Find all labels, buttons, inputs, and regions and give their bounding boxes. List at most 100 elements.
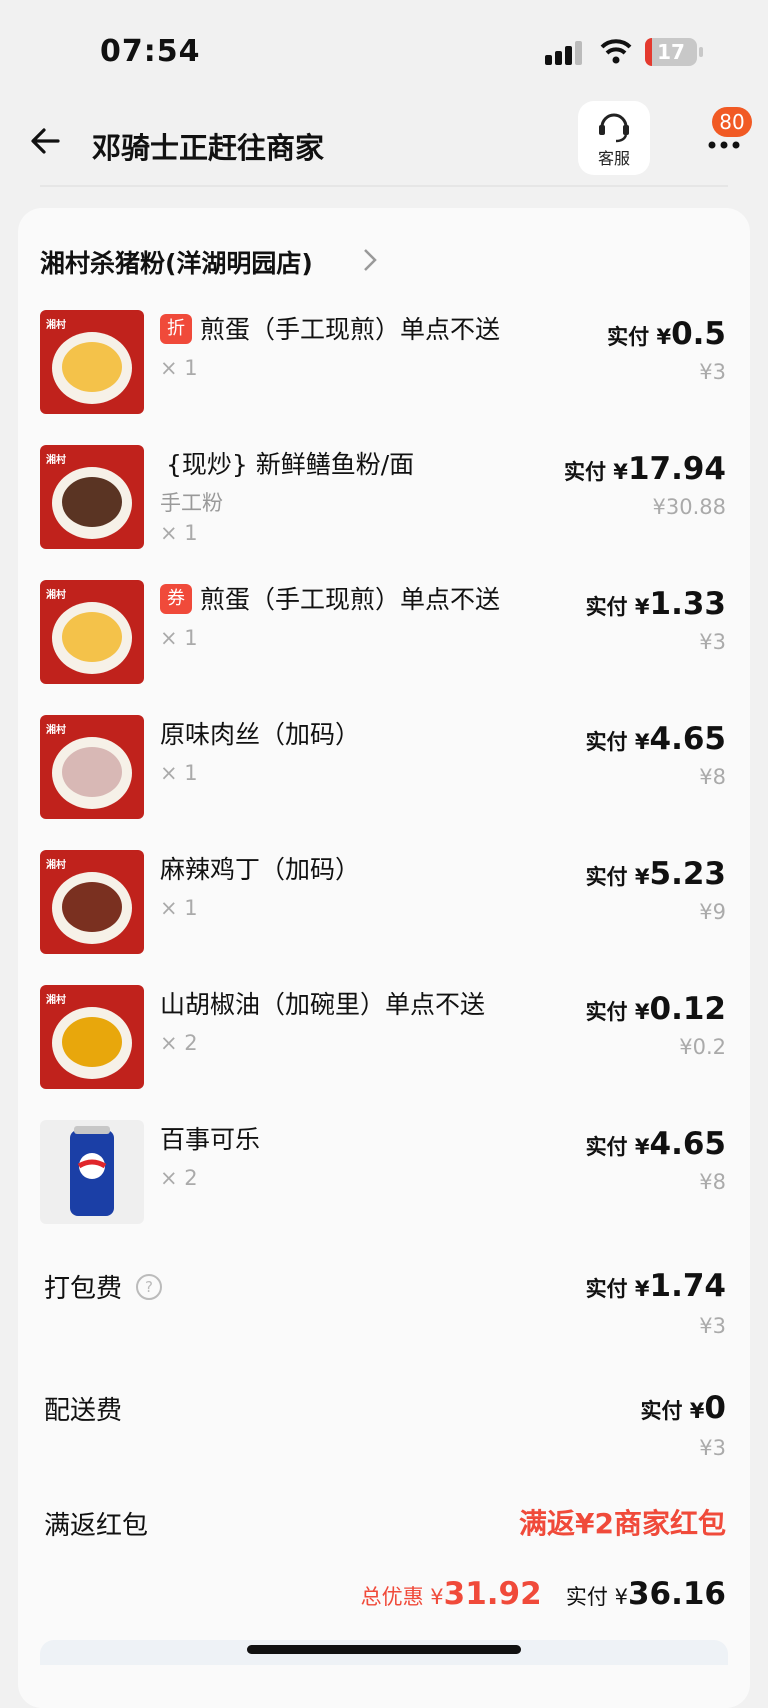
- item-qty: × 1: [160, 626, 198, 650]
- status-bar: 07:54 17: [0, 0, 768, 100]
- item-paid: 实付 ¥0.12: [586, 991, 726, 1027]
- wifi-icon: [600, 39, 632, 64]
- total-label: 实付 ¥: [565, 1585, 628, 1609]
- list-item: 湘村 {现炒} 新鲜鳝鱼粉/面 手工粉 × 1 实付 ¥17.94 ¥30.88: [0, 445, 768, 555]
- paid-value: 4.65: [649, 1126, 727, 1162]
- item-name: 煎蛋（手工现煎）单点不送: [200, 315, 501, 344]
- battery-level: 17: [657, 40, 685, 64]
- thumbnail-brand: 湘村: [46, 725, 66, 736]
- item-thumbnail: [40, 1120, 144, 1224]
- cellular-signal-icon: [545, 41, 582, 65]
- item-qty: × 1: [160, 521, 198, 545]
- paid-label: 实付 ¥: [585, 1277, 650, 1301]
- item-thumbnail: 湘村: [40, 445, 144, 549]
- paid-value: 5.23: [649, 856, 727, 892]
- header-divider: [40, 185, 728, 187]
- item-thumbnail: 湘村: [40, 580, 144, 684]
- page-title: 邓骑士正赶往商家: [92, 131, 325, 165]
- paid-label: 实付 ¥: [585, 595, 650, 619]
- paid-value: 4.65: [649, 721, 727, 757]
- service-label: 客服: [597, 149, 630, 168]
- status-time: 07:54: [100, 34, 201, 69]
- battery-icon: 17: [645, 38, 703, 66]
- headset-icon: [599, 113, 629, 143]
- item-paid: 实付 ¥4.65: [586, 721, 726, 757]
- paid-label: 实付 ¥: [585, 1000, 650, 1024]
- item-qty: × 1: [160, 896, 198, 920]
- item-name: 原味肉丝（加码）: [160, 720, 361, 749]
- chevron-right-icon[interactable]: [362, 247, 378, 273]
- paid-label: 实付 ¥: [564, 460, 628, 484]
- packing-fee-row: 打包费 ? 实付 ¥1.74 ¥3: [0, 1268, 768, 1368]
- packing-fee-original: ¥3: [699, 1314, 726, 1338]
- order-summary: 总优惠 ¥31.92 实付 ¥36.16: [361, 1576, 726, 1612]
- item-original-price: ¥8: [699, 765, 726, 789]
- item-thumbnail: 湘村: [40, 850, 144, 954]
- item-name: 山胡椒油（加碗里）单点不送: [160, 990, 486, 1019]
- thumbnail-brand: 湘村: [46, 860, 66, 871]
- total-value: 36.16: [627, 1576, 726, 1612]
- paid-label: 实付 ¥: [607, 325, 672, 349]
- delivery-fee-label: 配送费: [44, 1396, 123, 1426]
- paid-label: 实付 ¥: [640, 1399, 705, 1423]
- list-item: 百事可乐 × 2 实付 ¥4.65 ¥8: [0, 1120, 768, 1230]
- coupon-tag: 券: [160, 584, 192, 614]
- cola-can-icon: [70, 1126, 114, 1216]
- more-options-icon[interactable]: [704, 135, 744, 155]
- back-arrow-icon[interactable]: [28, 123, 64, 159]
- item-thumbnail: 湘村: [40, 310, 144, 414]
- list-item: 湘村 山胡椒油（加碗里）单点不送 × 2 实付 ¥0.12 ¥0.2: [0, 985, 768, 1095]
- thumbnail-brand: 湘村: [46, 320, 66, 331]
- paid-value: 1.74: [649, 1268, 727, 1304]
- redpack-label: 满返红包: [44, 1511, 149, 1541]
- discount-label: 总优惠 ¥: [360, 1585, 444, 1609]
- item-thumbnail: 湘村: [40, 715, 144, 819]
- list-item: 湘村 麻辣鸡丁（加码） × 1 实付 ¥5.23 ¥9: [0, 850, 768, 960]
- list-item: 湘村 券 煎蛋（手工现煎）单点不送 × 1 实付 ¥1.33 ¥3: [0, 580, 768, 690]
- item-original-price: ¥3: [699, 630, 726, 654]
- item-original-price: ¥0.2: [679, 1035, 726, 1059]
- paid-value: 0.5: [671, 316, 726, 352]
- redpack-value: 满返¥2商家红包: [519, 1507, 726, 1540]
- item-thumbnail: 湘村: [40, 985, 144, 1089]
- item-paid: 实付 ¥5.23: [586, 856, 726, 892]
- item-name: 煎蛋（手工现煎）单点不送: [200, 585, 501, 614]
- top-nav: 邓骑士正赶往商家 客服 80: [0, 95, 768, 185]
- item-paid: 实付 ¥0.5: [607, 316, 726, 352]
- item-qty: × 1: [160, 761, 198, 785]
- paid-value: 1.33: [649, 586, 727, 622]
- paid-value: 0: [704, 1390, 726, 1426]
- paid-label: 实付 ¥: [585, 1135, 650, 1159]
- item-qty: × 2: [160, 1166, 198, 1190]
- thumbnail-brand: 湘村: [46, 455, 66, 466]
- item-name: 麻辣鸡丁（加码）: [160, 855, 361, 884]
- list-item: 湘村 原味肉丝（加码） × 1 实付 ¥4.65 ¥8: [0, 715, 768, 825]
- item-name: {现炒} 新鲜鳝鱼粉/面: [166, 450, 415, 479]
- item-paid: 实付 ¥17.94: [564, 451, 726, 487]
- paid-label: 实付 ¥: [585, 865, 650, 889]
- item-original-price: ¥8: [699, 1170, 726, 1194]
- item-paid: 实付 ¥1.33: [586, 586, 726, 622]
- home-indicator: [247, 1645, 521, 1654]
- thumbnail-brand: 湘村: [46, 995, 66, 1006]
- item-qty: × 1: [160, 356, 198, 380]
- list-item: 湘村 折 煎蛋（手工现煎）单点不送 × 1 实付 ¥0.5 ¥3: [0, 310, 768, 420]
- item-original-price: ¥3: [699, 360, 726, 384]
- item-original-price: ¥30.88: [652, 495, 726, 519]
- discount-tag: 折: [160, 314, 192, 344]
- delivery-fee-original: ¥3: [699, 1436, 726, 1460]
- paid-label: 实付 ¥: [585, 730, 650, 754]
- customer-service-button[interactable]: 客服: [578, 101, 650, 175]
- help-icon[interactable]: ?: [136, 1274, 162, 1300]
- item-original-price: ¥9: [699, 900, 726, 924]
- item-spec: 手工粉: [160, 491, 223, 515]
- paid-value: 17.94: [627, 451, 726, 487]
- packing-fee-paid: 实付 ¥1.74: [586, 1268, 726, 1304]
- delivery-fee-row: 配送费 实付 ¥0 ¥3: [0, 1390, 768, 1490]
- store-name[interactable]: 湘村杀猪粉(洋湖明园店): [40, 244, 313, 280]
- discount-value: 31.92: [443, 1576, 542, 1612]
- notification-badge: 80: [712, 107, 752, 137]
- item-name: 百事可乐: [160, 1125, 261, 1154]
- packing-fee-label: 打包费: [44, 1274, 123, 1304]
- item-qty: × 2: [160, 1031, 198, 1055]
